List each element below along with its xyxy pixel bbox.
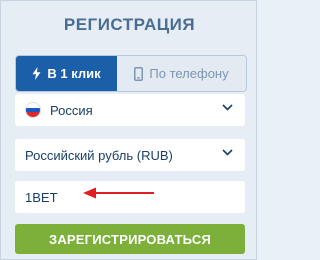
register-button[interactable]: ЗАРЕГИСТРИРОВАТЬСЯ <box>15 224 245 254</box>
chevron-down-icon <box>222 104 233 111</box>
promo-code-value: 1BET <box>25 189 58 205</box>
tab-by-phone-label: По телефону <box>149 66 229 81</box>
tab-by-phone[interactable]: По телефону <box>117 56 246 91</box>
lightning-icon <box>32 67 41 80</box>
tab-one-click-label: В 1 клик <box>47 66 101 81</box>
registration-panel: РЕГИСТРАЦИЯ В 1 клик По телефону Россия <box>0 0 257 260</box>
register-button-label: ЗАРЕГИСТРИРОВАТЬСЯ <box>49 231 211 247</box>
tab-one-click[interactable]: В 1 клик <box>16 56 117 91</box>
currency-value: Российский рубль (RUB) <box>25 147 173 163</box>
phone-icon <box>134 66 144 81</box>
russia-flag-icon <box>26 103 40 117</box>
chevron-down-icon <box>222 149 233 156</box>
form-title: РЕГИСТРАЦИЯ <box>63 15 196 34</box>
registration-tabs: В 1 клик По телефону <box>15 55 247 92</box>
country-value: Россия <box>50 102 93 118</box>
red-arrow-annotation-icon <box>83 187 154 199</box>
country-select[interactable]: Россия <box>15 94 245 126</box>
currency-select[interactable]: Российский рубль (RUB) <box>15 139 245 171</box>
